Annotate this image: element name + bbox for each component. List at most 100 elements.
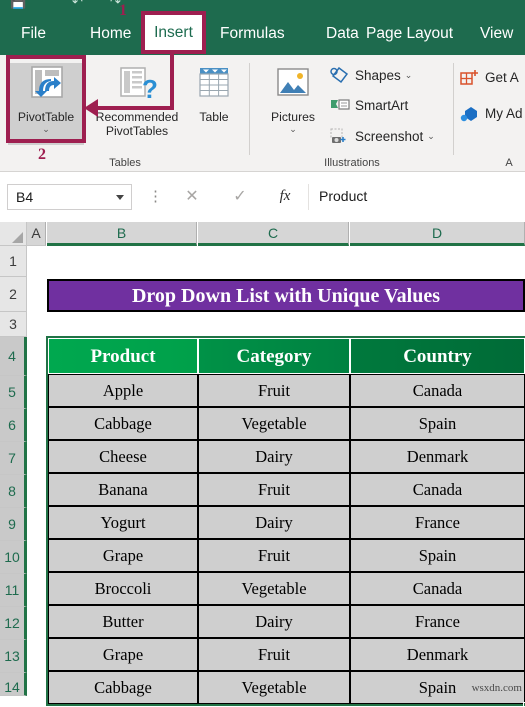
table-cell[interactable]: Dairy: [198, 440, 350, 473]
screenshot-icon: [330, 128, 352, 148]
annotation-box-insert-tab[interactable]: Insert: [141, 11, 206, 54]
table-cell[interactable]: Spain: [350, 539, 525, 572]
tab-file[interactable]: File: [15, 12, 52, 55]
name-box[interactable]: B4: [7, 184, 132, 210]
table-cell[interactable]: Vegetable: [198, 572, 350, 605]
table-cell[interactable]: Fruit: [198, 638, 350, 671]
table-cell[interactable]: Grape: [48, 539, 198, 572]
row-header-11[interactable]: 11: [0, 574, 27, 607]
table-cell[interactable]: Dairy: [198, 605, 350, 638]
table-header-country[interactable]: Country: [350, 338, 525, 374]
row-header-8[interactable]: 8: [0, 475, 27, 508]
table-cell[interactable]: Broccoli: [48, 572, 198, 605]
table-cell[interactable]: Canada: [350, 473, 525, 506]
table-cell[interactable]: Denmark: [350, 440, 525, 473]
table-cell[interactable]: Cabbage: [48, 407, 198, 440]
annotation-connector-stem: [170, 54, 174, 110]
my-addins-button[interactable]: My Ad: [460, 103, 523, 125]
table-cell[interactable]: Spain: [350, 407, 525, 440]
confirm-icon[interactable]: ✓: [224, 184, 256, 210]
row-header-2[interactable]: 2: [0, 277, 27, 312]
ribbon-group-addins: Get A My Ad A: [456, 55, 525, 172]
group-label-illustrations: Illustrations: [324, 157, 380, 169]
name-box-chevron-down-icon[interactable]: [116, 195, 124, 200]
table-cell[interactable]: Vegetable: [198, 671, 350, 704]
formula-bar-handle[interactable]: ⋮: [148, 186, 163, 208]
insert-function-icon[interactable]: fx: [270, 184, 300, 210]
smartart-icon: [330, 97, 352, 117]
get-addins-icon: [460, 69, 482, 89]
formula-input[interactable]: Product: [308, 184, 525, 210]
table-label: Table: [199, 110, 229, 124]
spreadsheet-grid: A B C D 1 2 3 4 5 6 7 8 9 10 11 12 13 14…: [0, 222, 525, 707]
table-cell[interactable]: Apple: [48, 374, 198, 407]
row-header-10[interactable]: 10: [0, 541, 27, 574]
group-label-addins: A: [505, 157, 513, 169]
table-cell[interactable]: Denmark: [350, 638, 525, 671]
annotation-arrowhead-icon: [84, 99, 98, 117]
table-header-product[interactable]: Product: [48, 338, 198, 374]
shapes-chevron-down-icon[interactable]: ⌄: [405, 70, 413, 80]
table-cell[interactable]: Dairy: [198, 506, 350, 539]
row-header-14[interactable]: 14: [0, 673, 27, 696]
pictures-icon: [257, 63, 329, 107]
table-cell[interactable]: Canada: [350, 572, 525, 605]
row-header-12[interactable]: 12: [0, 607, 27, 640]
table-cell[interactable]: Fruit: [198, 374, 350, 407]
tab-page-layout[interactable]: Page Layout: [360, 12, 459, 55]
row-header-5[interactable]: 5: [0, 376, 27, 409]
column-header-b[interactable]: B: [47, 222, 197, 246]
row-header-4[interactable]: 4: [0, 337, 27, 376]
annotation-step-1: 1: [119, 2, 127, 19]
column-header-c[interactable]: C: [198, 222, 349, 246]
group-label-tables: Tables: [109, 157, 141, 169]
row-header-7[interactable]: 7: [0, 442, 27, 475]
column-header-d[interactable]: D: [350, 222, 525, 246]
table-cell[interactable]: Grape: [48, 638, 198, 671]
table-cell[interactable]: Cabbage: [48, 671, 198, 704]
screenshot-button[interactable]: Screenshot ⌄: [330, 125, 435, 147]
pictures-button[interactable]: Pictures ⌄: [257, 63, 329, 134]
table-cell[interactable]: Cheese: [48, 440, 198, 473]
row-header-9[interactable]: 9: [0, 508, 27, 541]
quick-access-toolbar[interactable]: 💾 ↶ ↷: [0, 0, 525, 12]
get-addins-button[interactable]: Get A: [460, 67, 519, 89]
name-box-value: B4: [16, 189, 34, 205]
row-header-13[interactable]: 13: [0, 640, 27, 673]
table-cell[interactable]: France: [350, 605, 525, 638]
pictures-caret-icon[interactable]: ⌄: [257, 125, 329, 134]
tab-formulas[interactable]: Formulas: [214, 12, 291, 55]
table-cell[interactable]: Butter: [48, 605, 198, 638]
row-header-1[interactable]: 1: [0, 246, 27, 277]
table-cell[interactable]: France: [350, 506, 525, 539]
table-cell[interactable]: Banana: [48, 473, 198, 506]
table-cell[interactable]: Fruit: [198, 473, 350, 506]
tab-view[interactable]: View: [474, 12, 519, 55]
table-cell[interactable]: Yogurt: [48, 506, 198, 539]
shapes-button[interactable]: Shapes ⌄: [330, 64, 412, 86]
table-cell[interactable]: Fruit: [198, 539, 350, 572]
table-cell[interactable]: Vegetable: [198, 407, 350, 440]
table-cell[interactable]: Canada: [350, 374, 525, 407]
undo-icon[interactable]: ↶: [72, 0, 83, 10]
sheet-title-banner[interactable]: Drop Down List with Unique Values: [47, 279, 525, 312]
column-header-a[interactable]: A: [27, 222, 46, 246]
save-icon[interactable]: 💾: [10, 0, 26, 10]
row-header-6[interactable]: 6: [0, 409, 27, 442]
screenshot-chevron-down-icon[interactable]: ⌄: [427, 131, 435, 141]
row-header-3[interactable]: 3: [0, 312, 27, 337]
tab-data[interactable]: Data: [320, 12, 365, 55]
annotation-step-2: 2: [38, 146, 46, 163]
select-all-corner[interactable]: [0, 222, 27, 246]
ribbon-group-illustrations: Pictures ⌄ Shapes ⌄ SmartArt Screenshot …: [252, 55, 452, 172]
cell-area: Drop Down List with Unique Values Produc…: [27, 246, 525, 707]
cancel-icon[interactable]: ✕: [176, 184, 208, 210]
annotation-connector-arrow: [95, 106, 174, 110]
table-button[interactable]: Table: [185, 63, 243, 124]
shapes-icon: [330, 66, 352, 87]
formula-bar: B4 ⋮ ✕ ✓ fx Product: [0, 172, 525, 222]
tab-insert[interactable]: Insert: [145, 15, 202, 50]
tab-home[interactable]: Home: [84, 12, 137, 55]
table-header-category[interactable]: Category: [198, 338, 350, 374]
smartart-button[interactable]: SmartArt: [330, 95, 408, 117]
